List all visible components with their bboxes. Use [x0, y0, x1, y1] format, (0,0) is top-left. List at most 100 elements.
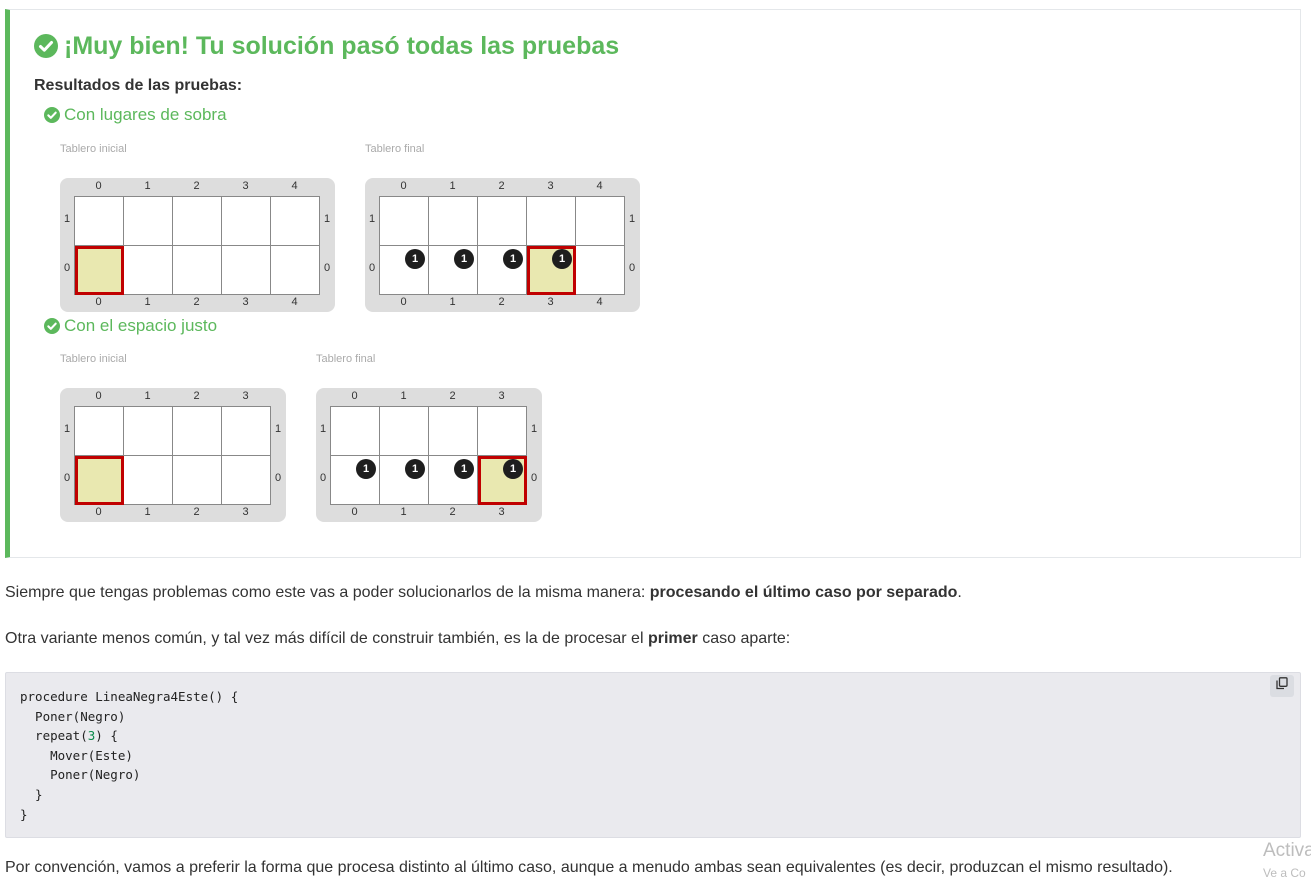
- column-label: 3: [242, 390, 249, 402]
- row-label: 1: [63, 423, 71, 435]
- column-label: 2: [193, 180, 200, 192]
- black-ball-counter: 1: [454, 459, 474, 479]
- code-text: procedure LineaNegra4Este() { Poner(Negr…: [20, 689, 239, 822]
- board-cell: [271, 246, 320, 295]
- board-cell: [75, 197, 124, 246]
- column-label: 3: [242, 180, 249, 192]
- column-label: 2: [193, 390, 200, 402]
- board-cell: [222, 197, 271, 246]
- black-ball-counter: 1: [552, 249, 572, 269]
- column-label: 0: [95, 296, 102, 308]
- board-cell: [124, 456, 173, 505]
- paragraph-text: Siempre que tengas problemas como este v…: [5, 584, 650, 601]
- result-title-text: ¡Muy bien! Tu solución pasó todas las pr…: [64, 32, 620, 60]
- black-ball-counter: 1: [454, 249, 474, 269]
- board-grid: 1 1 1 1: [330, 406, 527, 505]
- final-board: 1 1 1 1 0 0 1 1 2 2 3 3 4 4 1 1 0 0: [365, 178, 640, 312]
- board-cell: [478, 197, 527, 246]
- row-label: 0: [274, 472, 282, 484]
- black-ball-counter: 1: [503, 459, 523, 479]
- paragraph-last-case: Siempre que tengas problemas como este v…: [5, 584, 962, 602]
- column-label: 0: [351, 390, 358, 402]
- initial-board: 0 0 1 1 2 2 3 3 4 4 1 1 0 0: [60, 178, 335, 312]
- column-label: 0: [351, 506, 358, 518]
- board-cell: [527, 197, 576, 246]
- column-label: 0: [95, 390, 102, 402]
- paragraph-first-case: Otra variante menos común, y tal vez más…: [5, 630, 790, 648]
- column-label: 1: [449, 296, 456, 308]
- column-label: 4: [291, 180, 298, 192]
- row-label: 1: [628, 213, 636, 225]
- results-heading: Resultados de las pruebas:: [34, 77, 243, 94]
- board-cell: [429, 407, 478, 456]
- column-label: 2: [449, 506, 456, 518]
- board-cell: [124, 407, 173, 456]
- test-title-text: Con el espacio justo: [64, 316, 218, 335]
- column-label: 1: [400, 390, 407, 402]
- board-grid: 1 1 1 1: [379, 196, 625, 295]
- column-label: 4: [291, 296, 298, 308]
- board-cell: [222, 246, 271, 295]
- column-label: 4: [596, 296, 603, 308]
- final-board-caption: Tablero final: [365, 143, 425, 155]
- paragraph-bold: procesando el último caso por separado: [649, 584, 958, 601]
- board-cell: [173, 407, 222, 456]
- initial-board: 0 0 1 1 2 2 3 3 1 1 0 0: [60, 388, 286, 522]
- column-label: 1: [144, 390, 151, 402]
- board-cell: [173, 456, 222, 505]
- column-label: 1: [449, 180, 456, 192]
- column-label: 3: [547, 296, 554, 308]
- row-label: 1: [319, 423, 327, 435]
- row-label: 0: [368, 262, 376, 274]
- board-cell: [222, 407, 271, 456]
- row-label: 0: [530, 472, 538, 484]
- column-label: 4: [596, 180, 603, 192]
- activation-watermark: Activa Ve a Co: [1263, 840, 1311, 880]
- watermark-line1: Activa: [1263, 840, 1311, 861]
- column-label: 2: [498, 296, 505, 308]
- board-cell: [429, 197, 478, 246]
- watermark-line2: Ve a Co: [1263, 866, 1306, 880]
- column-label: 2: [498, 180, 505, 192]
- copy-button[interactable]: [1270, 675, 1294, 697]
- board-cell: [380, 407, 429, 456]
- board-cell: [222, 456, 271, 505]
- column-label: 1: [144, 506, 151, 518]
- board-cell: [173, 197, 222, 246]
- column-label: 3: [547, 180, 554, 192]
- copy-icon: [1276, 677, 1288, 695]
- row-label: 0: [63, 472, 71, 484]
- column-label: 3: [242, 506, 249, 518]
- row-label: 1: [530, 423, 538, 435]
- paragraph-text: caso aparte:: [697, 630, 791, 647]
- test-result-panel: ¡Muy bien! Tu solución pasó todas las pr…: [5, 9, 1301, 558]
- black-ball-counter: 1: [405, 459, 425, 479]
- result-title: ¡Muy bien! Tu solución pasó todas las pr…: [34, 31, 619, 61]
- board-cell: [124, 246, 173, 295]
- board-grid: [74, 406, 271, 505]
- final-board: 1111001122331100: [316, 388, 542, 522]
- board-cell: [576, 246, 625, 295]
- test-title-2: Con el espacio justo: [44, 316, 217, 336]
- row-label: 0: [63, 262, 71, 274]
- column-label: 2: [193, 506, 200, 518]
- black-ball-counter: 1: [356, 459, 376, 479]
- column-label: 1: [400, 506, 407, 518]
- paragraph-convention: Por convención, vamos a preferir la form…: [5, 859, 1173, 876]
- check-circle-icon: [44, 318, 60, 334]
- initial-board-caption: Tablero inicial: [60, 143, 127, 155]
- row-label: 0: [628, 262, 636, 274]
- black-ball-counter: 1: [503, 249, 523, 269]
- test-title-text: Con lugares de sobra: [64, 105, 227, 124]
- board-cell: [124, 197, 173, 246]
- column-label: 0: [400, 180, 407, 192]
- final-board-caption: Tablero final: [316, 353, 376, 365]
- board-cell: [271, 197, 320, 246]
- column-label: 2: [193, 296, 200, 308]
- column-label: 1: [144, 180, 151, 192]
- paragraph-text: Otra variante menos común, y tal vez más…: [5, 630, 648, 647]
- row-label: 1: [368, 213, 376, 225]
- column-label: 3: [498, 390, 505, 402]
- check-circle-icon: [44, 107, 60, 123]
- board-cell: [576, 197, 625, 246]
